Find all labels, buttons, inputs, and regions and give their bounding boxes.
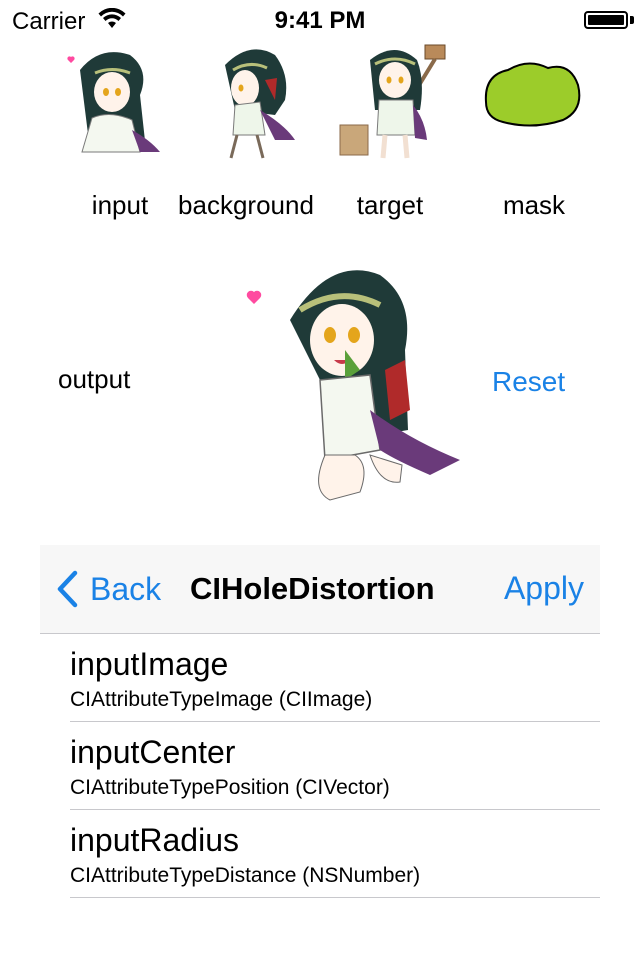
navigation-bar: Back CIHoleDistortion Apply (40, 545, 600, 634)
attribute-type: CIAttributeTypePosition (CIVector) (70, 776, 390, 799)
clock: 9:41 PM (274, 7, 366, 34)
back-label: Back (90, 570, 162, 607)
list-item[interactable]: inputCenter CIAttributeTypePosition (CIV… (70, 722, 600, 810)
thumb-label-background: background (178, 190, 314, 220)
thumb-label-target: target (356, 190, 424, 220)
mask-image (478, 40, 598, 160)
list-item[interactable]: inputImage CIAttributeTypeImage (CIImage… (70, 634, 600, 722)
background-image (205, 40, 325, 160)
attribute-list: inputImage CIAttributeTypeImage (CIImage… (70, 634, 600, 898)
list-item[interactable]: inputRadius CIAttributeTypeDistance (NSN… (70, 810, 600, 898)
attribute-name: inputImage (70, 646, 229, 682)
attribute-name: inputRadius (70, 822, 239, 858)
target-image (335, 40, 455, 160)
output-label: output (58, 364, 131, 394)
output-image (230, 260, 470, 510)
thumb-label-mask: mask (502, 190, 566, 220)
attribute-type: CIAttributeTypeDistance (NSNumber) (70, 864, 421, 887)
reset-button[interactable]: Reset (492, 366, 565, 398)
input-image (60, 40, 180, 160)
chevron-left-icon (57, 570, 78, 608)
apply-button[interactable]: Apply (504, 570, 584, 607)
back-button[interactable]: Back (56, 569, 161, 609)
battery-icon (584, 11, 628, 29)
attribute-type: CIAttributeTypeImage (CIImage) (70, 688, 373, 711)
attribute-name: inputCenter (70, 734, 236, 770)
status-bar: Carrier 9:41 PM (0, 0, 640, 40)
nav-title: CIHoleDistortion (190, 571, 435, 606)
